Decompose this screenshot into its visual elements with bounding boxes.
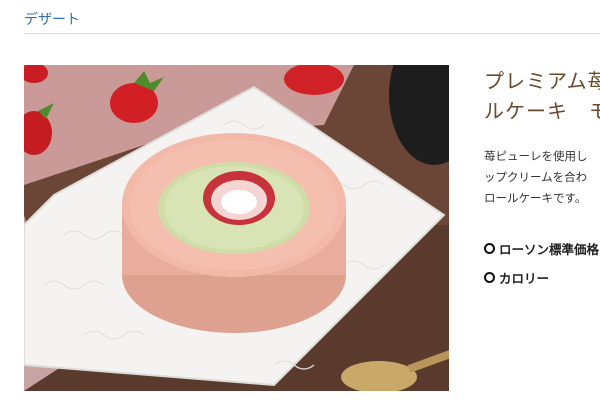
- product-title-line: プレミアム苺: [484, 69, 600, 93]
- ring-bullet-icon: [484, 272, 495, 283]
- description-line: ップクリームを合わ: [484, 170, 588, 184]
- product-title: プレミアム苺 ルケーキ モ: [484, 66, 600, 126]
- calorie-label: カロリー: [499, 271, 550, 286]
- price-label: ローソン標準価格: [499, 242, 600, 257]
- product-title-line: ルケーキ モ: [484, 99, 600, 123]
- product-image: [24, 65, 449, 391]
- ring-bullet-icon: [484, 243, 495, 254]
- description-line: ロールケーキです。: [484, 191, 587, 205]
- price-row: ローソン標準価格: [484, 239, 599, 258]
- strawberry-roll-cake-photo: [24, 65, 449, 391]
- header-divider: [24, 33, 600, 34]
- description-line: 苺ピューレを使用し: [484, 149, 588, 163]
- calorie-row: カロリー: [484, 268, 549, 287]
- breadcrumb-link-dessert[interactable]: デザート: [24, 9, 80, 29]
- product-description: 苺ピューレを使用し ップクリームを合わ ロールケーキです。: [484, 146, 600, 209]
- roll-cake: [122, 133, 346, 333]
